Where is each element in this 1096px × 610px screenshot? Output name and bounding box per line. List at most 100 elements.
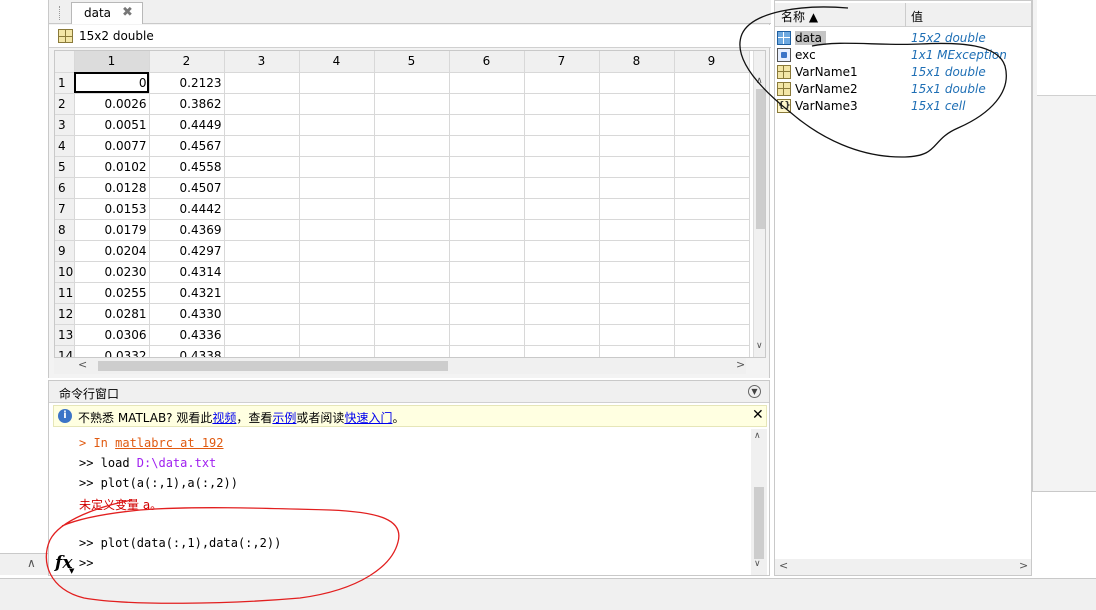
- row-header[interactable]: 14: [55, 345, 75, 357]
- grid-cell[interactable]: [674, 324, 750, 346]
- grid-cell[interactable]: [299, 135, 375, 157]
- row-header[interactable]: 1: [55, 72, 75, 94]
- grid-cell[interactable]: [524, 135, 600, 157]
- grid-cell[interactable]: [599, 198, 675, 220]
- workspace-variable-row[interactable]: VarName1 15x1 double: [775, 64, 1031, 81]
- grid-cell[interactable]: [299, 282, 375, 304]
- grid-cell[interactable]: [224, 345, 300, 357]
- grid-cell[interactable]: [449, 72, 525, 94]
- video-link[interactable]: 视频: [212, 411, 236, 425]
- value-column-header[interactable]: 值: [911, 8, 923, 25]
- matlabrc-link[interactable]: matlabrc at 192: [115, 436, 223, 450]
- column-header[interactable]: 4: [299, 51, 375, 73]
- grid-cell[interactable]: [599, 156, 675, 178]
- grid-cell[interactable]: [224, 156, 300, 178]
- grid-cell[interactable]: [674, 303, 750, 325]
- grid-cell[interactable]: 0.0026: [74, 93, 150, 115]
- grid-cell[interactable]: [674, 345, 750, 357]
- grid-cell[interactable]: 0.2123: [149, 72, 225, 94]
- scroll-thumb[interactable]: [98, 361, 448, 371]
- column-header[interactable]: 2: [149, 51, 225, 73]
- grid-cell[interactable]: [599, 345, 675, 357]
- row-header[interactable]: 3: [55, 114, 75, 136]
- column-header[interactable]: 9: [674, 51, 750, 73]
- grid-cell[interactable]: [299, 198, 375, 220]
- grid-cell[interactable]: 0.0255: [74, 282, 150, 304]
- grid-cell[interactable]: [674, 198, 750, 220]
- grid-cell[interactable]: [524, 261, 600, 283]
- workspace-variable-row[interactable]: data 15x2 double: [775, 30, 1031, 47]
- grid-cell[interactable]: [674, 177, 750, 199]
- grid-cell[interactable]: [599, 282, 675, 304]
- grid-horizontal-scrollbar[interactable]: < >: [54, 358, 746, 374]
- grid-corner[interactable]: [55, 51, 75, 73]
- workspace-horizontal-scrollbar[interactable]: < >: [775, 559, 1031, 575]
- command-prompt[interactable]: >>: [79, 556, 93, 570]
- grid-cell[interactable]: [224, 93, 300, 115]
- left-panel-scrollbar[interactable]: ∧: [0, 553, 48, 575]
- grid-cell[interactable]: [374, 345, 450, 357]
- grid-cell[interactable]: [449, 177, 525, 199]
- grid-cell[interactable]: 0: [74, 72, 150, 94]
- row-header[interactable]: 5: [55, 156, 75, 178]
- grid-cell[interactable]: [599, 177, 675, 199]
- grid-cell[interactable]: 0.4442: [149, 198, 225, 220]
- grid-cell[interactable]: [374, 198, 450, 220]
- grid-cell[interactable]: [224, 177, 300, 199]
- grid-cell[interactable]: [599, 261, 675, 283]
- grid-cell[interactable]: 0.0306: [74, 324, 150, 346]
- grid-cell[interactable]: [524, 345, 600, 357]
- grid-cell[interactable]: [524, 219, 600, 241]
- grid-cell[interactable]: 0.4558: [149, 156, 225, 178]
- grid-cell[interactable]: [674, 114, 750, 136]
- grid-cell[interactable]: [374, 303, 450, 325]
- column-header[interactable]: 5: [374, 51, 450, 73]
- grid-cell[interactable]: [299, 114, 375, 136]
- grid-cell[interactable]: [599, 72, 675, 94]
- grid-cell[interactable]: [674, 261, 750, 283]
- grid-cell[interactable]: 0.0230: [74, 261, 150, 283]
- scroll-right-icon[interactable]: >: [736, 358, 745, 371]
- grid-cell[interactable]: [524, 114, 600, 136]
- column-header[interactable]: 7: [524, 51, 600, 73]
- grid-cell[interactable]: [374, 240, 450, 262]
- grid-cell[interactable]: [299, 324, 375, 346]
- drag-grip-icon[interactable]: [59, 6, 61, 20]
- workspace-variable-row[interactable]: {} VarName3 15x1 cell: [775, 98, 1031, 115]
- grid-cell[interactable]: 0.4369: [149, 219, 225, 241]
- grid-cell[interactable]: [299, 156, 375, 178]
- grid-cell[interactable]: [674, 219, 750, 241]
- scroll-up-icon[interactable]: ∧: [27, 556, 36, 570]
- grid-cell[interactable]: [374, 93, 450, 115]
- grid-cell[interactable]: [299, 93, 375, 115]
- grid-cell[interactable]: 0.0204: [74, 240, 150, 262]
- grid-cell[interactable]: [374, 261, 450, 283]
- grid-cell[interactable]: [524, 198, 600, 220]
- grid-cell[interactable]: [599, 240, 675, 262]
- grid-cell[interactable]: [674, 93, 750, 115]
- grid-cell[interactable]: 0.0281: [74, 303, 150, 325]
- scroll-down-icon[interactable]: ∨: [756, 341, 763, 351]
- scroll-right-icon[interactable]: >: [1019, 559, 1028, 572]
- grid-cell[interactable]: [224, 198, 300, 220]
- grid-cell[interactable]: [449, 198, 525, 220]
- workspace-variable-row[interactable]: VarName2 15x1 double: [775, 81, 1031, 98]
- grid-cell[interactable]: [674, 72, 750, 94]
- grid-cell[interactable]: [299, 240, 375, 262]
- grid-cell[interactable]: 0.4321: [149, 282, 225, 304]
- grid-cell[interactable]: [599, 219, 675, 241]
- grid-cell[interactable]: [299, 177, 375, 199]
- grid-cell[interactable]: [224, 261, 300, 283]
- grid-cell[interactable]: 0.0102: [74, 156, 150, 178]
- command-window-scrollbar[interactable]: ∧ ∨: [751, 429, 767, 575]
- grid-cell[interactable]: [224, 282, 300, 304]
- grid-cell[interactable]: [674, 282, 750, 304]
- grid-cell[interactable]: 0.4567: [149, 135, 225, 157]
- grid-cell[interactable]: 0.0077: [74, 135, 150, 157]
- grid-cell[interactable]: [374, 219, 450, 241]
- grid-cell[interactable]: [299, 219, 375, 241]
- grid-cell[interactable]: [374, 114, 450, 136]
- grid-cell[interactable]: 0.4297: [149, 240, 225, 262]
- column-divider[interactable]: [905, 3, 906, 27]
- grid-cell[interactable]: 0.0128: [74, 177, 150, 199]
